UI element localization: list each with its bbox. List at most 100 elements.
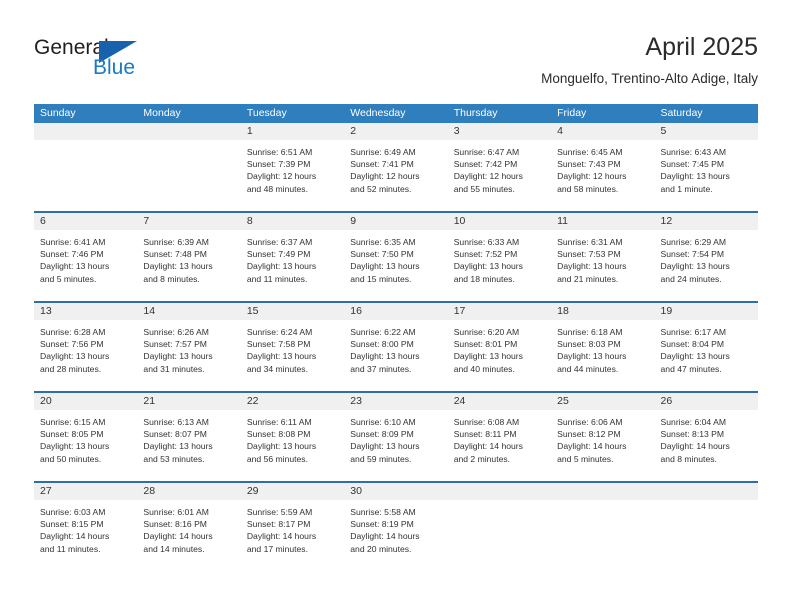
day-cell[interactable]: 2 Sunrise: 6:49 AM Sunset: 7:41 PM Daylig…: [344, 123, 448, 211]
day-sun-info: Sunrise: 6:17 AM Sunset: 8:04 PM Dayligh…: [660, 327, 730, 374]
weekday-header-tuesday: Tuesday: [246, 107, 287, 119]
day-cell[interactable]: 7 Sunrise: 6:39 AM Sunset: 7:48 PM Daylig…: [137, 213, 241, 301]
day-number: [447, 483, 552, 500]
day-number: 23: [344, 393, 448, 410]
page-header: General Blue April 2025 Monguelfo, Trent…: [0, 0, 792, 96]
day-number: [654, 483, 758, 500]
day-cell[interactable]: 23 Sunrise: 6:10 AM Sunset: 8:09 PM Dayli…: [344, 393, 448, 481]
day-cell[interactable]: 24 Sunrise: 6:08 AM Sunset: 8:11 PM Dayli…: [447, 393, 552, 481]
day-sun-info: Sunrise: 6:15 AM Sunset: 8:05 PM Dayligh…: [40, 417, 110, 464]
day-cell[interactable]: 30 Sunrise: 5:58 AM Sunset: 8:19 PM Dayli…: [344, 483, 448, 571]
day-cell[interactable]: 4 Sunrise: 6:45 AM Sunset: 7:43 PM Daylig…: [551, 123, 655, 211]
week-inner: 13 Sunrise: 6:28 AM Sunset: 7:56 PM Dayli…: [34, 303, 758, 391]
day-cell[interactable]: 14 Sunrise: 6:26 AM Sunset: 7:57 PM Dayli…: [137, 303, 241, 391]
day-number: [34, 123, 138, 140]
day-cell[interactable]: 9 Sunrise: 6:35 AM Sunset: 7:50 PM Daylig…: [344, 213, 448, 301]
day-sun-info: Sunrise: 6:11 AM Sunset: 8:08 PM Dayligh…: [246, 417, 317, 464]
day-sun-info: Sunrise: 6:45 AM Sunset: 7:43 PM Dayligh…: [557, 147, 627, 194]
day-sun-info: [551, 500, 654, 506]
day-number: 26: [654, 393, 758, 410]
day-number: 21: [137, 393, 241, 410]
week-inner: 6 Sunrise: 6:41 AM Sunset: 7:46 PM Daylig…: [34, 213, 758, 301]
day-cell-empty: [654, 483, 758, 571]
day-number: 20: [34, 393, 138, 410]
week-inner: 27 Sunrise: 6:03 AM Sunset: 8:15 PM Dayli…: [34, 483, 758, 571]
day-number: 8: [240, 213, 345, 230]
day-cell[interactable]: 5 Sunrise: 6:43 AM Sunset: 7:45 PM Daylig…: [654, 123, 758, 211]
day-number: 1: [240, 123, 345, 140]
day-number: 25: [551, 393, 655, 410]
page-title: April 2025: [645, 33, 758, 61]
title-block: April 2025 Monguelfo, Trentino-Alto Adig…: [541, 32, 758, 87]
day-cell[interactable]: 18 Sunrise: 6:18 AM Sunset: 8:03 PM Dayli…: [551, 303, 655, 391]
day-number: 15: [240, 303, 345, 320]
day-cell[interactable]: 21 Sunrise: 6:13 AM Sunset: 8:07 PM Dayli…: [137, 393, 241, 481]
day-number: 16: [344, 303, 448, 320]
day-cell-empty: [551, 483, 655, 571]
day-cell[interactable]: 26 Sunrise: 6:04 AM Sunset: 8:13 PM Dayli…: [654, 393, 758, 481]
day-number: [551, 483, 655, 500]
day-number: 5: [654, 123, 758, 140]
calendar-weeks: 1 Sunrise: 6:51 AM Sunset: 7:39 PM Daylig…: [34, 123, 758, 571]
day-number: 11: [551, 213, 655, 230]
day-number: [137, 123, 241, 140]
weekday-header-friday: Friday: [557, 107, 587, 119]
day-cell[interactable]: 19 Sunrise: 6:17 AM Sunset: 8:04 PM Dayli…: [654, 303, 758, 391]
day-number: 9: [344, 213, 448, 230]
day-cell[interactable]: 10 Sunrise: 6:33 AM Sunset: 7:52 PM Dayli…: [447, 213, 552, 301]
day-cell[interactable]: 15 Sunrise: 6:24 AM Sunset: 7:58 PM Dayli…: [240, 303, 345, 391]
day-cell-empty: [34, 123, 138, 211]
day-number: 27: [34, 483, 138, 500]
day-cell-empty: [447, 483, 552, 571]
day-cell[interactable]: 17 Sunrise: 6:20 AM Sunset: 8:01 PM Dayli…: [447, 303, 552, 391]
calendar-page: General Blue April 2025 Monguelfo, Trent…: [0, 0, 792, 612]
day-number: 19: [654, 303, 758, 320]
day-number: 2: [344, 123, 448, 140]
day-cell[interactable]: 27 Sunrise: 6:03 AM Sunset: 8:15 PM Dayli…: [34, 483, 138, 571]
day-sun-info: Sunrise: 6:18 AM Sunset: 8:03 PM Dayligh…: [557, 327, 627, 374]
day-number: 22: [240, 393, 345, 410]
day-number: 28: [137, 483, 241, 500]
day-sun-info: Sunrise: 6:35 AM Sunset: 7:50 PM Dayligh…: [350, 237, 420, 284]
day-sun-info: Sunrise: 6:04 AM Sunset: 8:13 PM Dayligh…: [660, 417, 730, 464]
weekday-header-monday: Monday: [143, 107, 181, 119]
day-number: 4: [551, 123, 655, 140]
day-number: 12: [654, 213, 758, 230]
day-cell[interactable]: 28 Sunrise: 6:01 AM Sunset: 8:16 PM Dayli…: [137, 483, 241, 571]
day-cell[interactable]: 12 Sunrise: 6:29 AM Sunset: 7:54 PM Dayli…: [654, 213, 758, 301]
day-cell[interactable]: 1 Sunrise: 6:51 AM Sunset: 7:39 PM Daylig…: [240, 123, 345, 211]
calendar-week-row: 13 Sunrise: 6:28 AM Sunset: 7:56 PM Dayli…: [34, 301, 758, 391]
day-sun-info: Sunrise: 6:10 AM Sunset: 8:09 PM Dayligh…: [350, 417, 420, 464]
calendar-week-row: 27 Sunrise: 6:03 AM Sunset: 8:15 PM Dayli…: [34, 481, 758, 571]
day-sun-info: Sunrise: 6:03 AM Sunset: 8:15 PM Dayligh…: [40, 507, 110, 554]
day-cell[interactable]: 6 Sunrise: 6:41 AM Sunset: 7:46 PM Daylig…: [34, 213, 138, 301]
day-number: 30: [344, 483, 448, 500]
day-number: 29: [240, 483, 345, 500]
day-sun-info: Sunrise: 6:26 AM Sunset: 7:57 PM Dayligh…: [143, 327, 213, 374]
day-sun-info: Sunrise: 6:39 AM Sunset: 7:48 PM Dayligh…: [143, 237, 213, 284]
day-cell[interactable]: 8 Sunrise: 6:37 AM Sunset: 7:49 PM Daylig…: [240, 213, 345, 301]
day-cell[interactable]: 22 Sunrise: 6:11 AM Sunset: 8:08 PM Dayli…: [240, 393, 345, 481]
day-cell[interactable]: 3 Sunrise: 6:47 AM Sunset: 7:42 PM Daylig…: [447, 123, 552, 211]
day-number: 17: [447, 303, 552, 320]
day-sun-info: Sunrise: 6:06 AM Sunset: 8:12 PM Dayligh…: [557, 417, 627, 464]
day-cell[interactable]: 20 Sunrise: 6:15 AM Sunset: 8:05 PM Dayli…: [34, 393, 138, 481]
day-number: 6: [34, 213, 138, 230]
weekday-header-thursday: Thursday: [453, 107, 498, 119]
day-cell[interactable]: 16 Sunrise: 6:22 AM Sunset: 8:00 PM Dayli…: [344, 303, 448, 391]
day-sun-info: Sunrise: 6:43 AM Sunset: 7:45 PM Dayligh…: [660, 147, 730, 194]
day-sun-info: Sunrise: 6:41 AM Sunset: 7:46 PM Dayligh…: [40, 237, 110, 284]
day-sun-info: Sunrise: 6:49 AM Sunset: 7:41 PM Dayligh…: [350, 147, 420, 194]
day-sun-info: Sunrise: 6:22 AM Sunset: 8:00 PM Dayligh…: [350, 327, 420, 374]
brand-logo[interactable]: General Blue: [34, 36, 164, 86]
day-cell[interactable]: 29 Sunrise: 5:59 AM Sunset: 8:17 PM Dayli…: [240, 483, 345, 571]
day-sun-info: Sunrise: 5:58 AM Sunset: 8:19 PM Dayligh…: [350, 507, 420, 554]
day-sun-info: [137, 140, 240, 146]
day-cell[interactable]: 13 Sunrise: 6:28 AM Sunset: 7:56 PM Dayli…: [34, 303, 138, 391]
day-sun-info: Sunrise: 6:01 AM Sunset: 8:16 PM Dayligh…: [143, 507, 213, 554]
calendar-week-row: 1 Sunrise: 6:51 AM Sunset: 7:39 PM Daylig…: [34, 123, 758, 211]
weekday-header-sunday: Sunday: [40, 107, 76, 119]
day-cell[interactable]: 25 Sunrise: 6:06 AM Sunset: 8:12 PM Dayli…: [551, 393, 655, 481]
day-cell[interactable]: 11 Sunrise: 6:31 AM Sunset: 7:53 PM Dayli…: [551, 213, 655, 301]
week-inner: 20 Sunrise: 6:15 AM Sunset: 8:05 PM Dayli…: [34, 393, 758, 481]
